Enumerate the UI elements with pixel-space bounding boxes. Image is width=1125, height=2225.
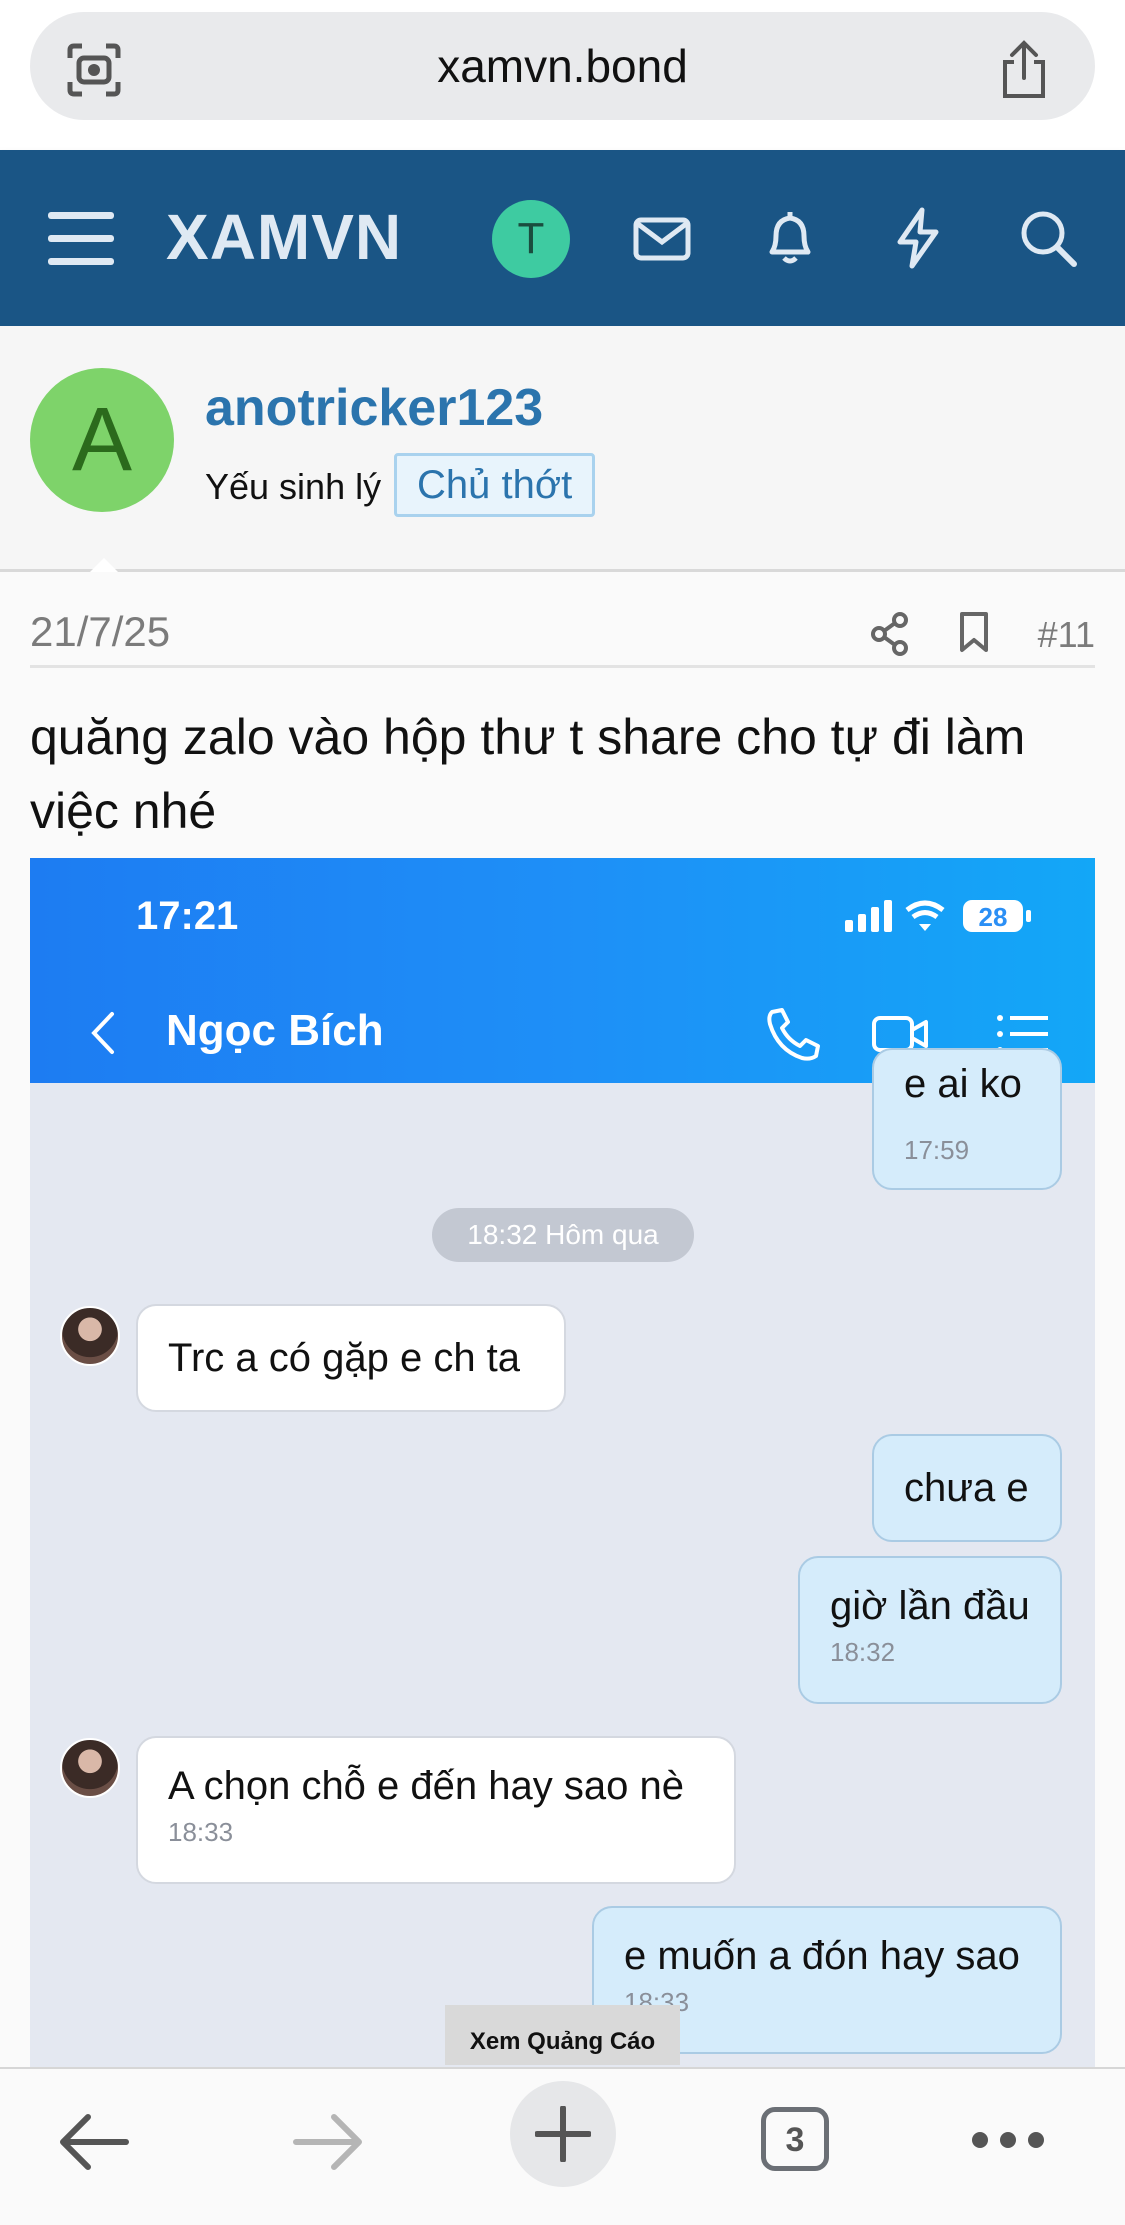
hamburger-icon[interactable] [48, 208, 114, 268]
search-icon[interactable] [1016, 206, 1080, 270]
post-body: 21/7/25 #11 quăng zalo vào hộp thư t sha… [0, 572, 1125, 2067]
message-text: e ai ko [904, 1062, 1022, 1106]
site-header: XAMVN T [0, 150, 1125, 326]
contact-avatar [60, 1738, 120, 1798]
chat-contact-name: Ngọc Bích [166, 1006, 384, 1055]
status-time: 17:21 [136, 894, 239, 938]
post-date[interactable]: 21/7/25 [30, 608, 170, 656]
message-time: 17:59 [904, 1135, 970, 1165]
tabs-icon[interactable]: 3 [761, 2107, 829, 2171]
message-bubble: A chọn chỗ e đến hay sao nè 18:33 [136, 1736, 736, 1884]
forward-icon[interactable] [292, 2111, 364, 2173]
message-bubble: giờ lần đầu 18:32 [798, 1556, 1062, 1704]
status-icons: 28 [845, 900, 1031, 932]
url-text[interactable]: xamvn.bond [30, 12, 1095, 120]
browser-toolbar: 3 [0, 2067, 1125, 2225]
bell-icon[interactable] [758, 206, 822, 270]
user-avatar[interactable]: T [492, 200, 570, 278]
bolt-icon[interactable] [886, 206, 950, 270]
post-text: quăng zalo vào hộp thư t share cho tự đi… [30, 709, 1026, 839]
message-text: A chọn chỗ e đến hay sao nè [168, 1764, 684, 1808]
message-text: chưa e [904, 1466, 1029, 1510]
share-post-icon[interactable] [870, 612, 910, 656]
message-time: 18:33 [168, 1817, 234, 1847]
plus-icon [535, 2106, 591, 2162]
date-separator: 18:32 Hôm qua [432, 1208, 694, 1262]
message-time: 18:32 [830, 1637, 896, 1667]
back-icon[interactable] [58, 2111, 130, 2173]
share-icon[interactable] [997, 40, 1051, 100]
thread-starter-badge: Chủ thớt [394, 453, 596, 517]
chat-screenshot: 17:21 28 Ngọc Bích e ai ko 17:59 18:32 H… [30, 858, 1095, 2067]
message-text: e muốn a đón hay sao [624, 1934, 1020, 1978]
bookmark-icon[interactable] [954, 610, 994, 654]
author-title: Yếu sinh lý [205, 466, 382, 507]
battery-level: 28 [979, 902, 1008, 932]
message-bubble: chưa e [872, 1434, 1062, 1542]
address-bar[interactable]: xamvn.bond [30, 12, 1095, 120]
more-icon[interactable] [970, 2129, 1046, 2151]
chat-back-icon[interactable] [88, 1010, 118, 1056]
site-logo[interactable]: XAMVN [166, 200, 402, 274]
post-author: A anotricker123 Yếu sinh lý Chủ thớt [0, 326, 1125, 584]
phone-icon [767, 1008, 820, 1061]
post-meta: 21/7/25 #11 [30, 592, 1095, 668]
new-tab-button[interactable] [510, 2081, 616, 2187]
browser-address-area: xamvn.bond [0, 0, 1125, 150]
message-time: 18:33 [624, 1987, 690, 2017]
post-number[interactable]: #11 [1038, 614, 1095, 656]
message-bubble-partial: e ai ko 17:59 [872, 1048, 1062, 1190]
contact-avatar [60, 1306, 120, 1366]
author-username[interactable]: anotricker123 [205, 378, 543, 438]
author-avatar[interactable]: A [30, 368, 174, 512]
message-text: giờ lần đầu [830, 1584, 1030, 1628]
ad-label[interactable]: Xem Quảng Cáo [445, 2005, 680, 2065]
mail-icon[interactable] [630, 206, 694, 270]
message-bubble: Trc a có gặp e ch ta [136, 1304, 566, 1412]
message-text: Trc a có gặp e ch ta [168, 1336, 521, 1380]
